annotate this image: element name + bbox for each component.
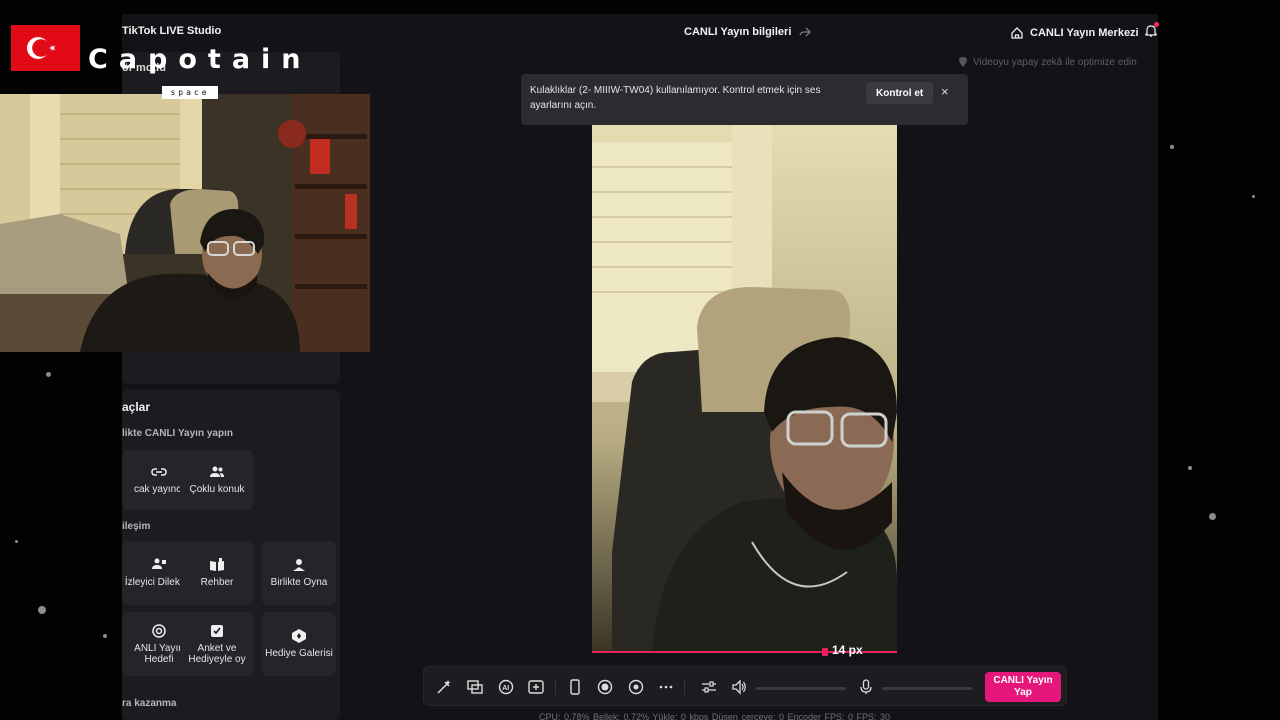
tools-panel-title: açlar — [122, 400, 151, 414]
tool-label: Anket ve Hediyeyle oy — [188, 642, 246, 666]
home-icon — [1011, 27, 1023, 39]
section-label: ileşim — [122, 521, 151, 532]
tool-play-together[interactable]: Birlikte Oyna — [262, 541, 336, 605]
star — [46, 372, 51, 377]
tool-label: Rehber — [200, 577, 234, 589]
section-label: ra kazanma — [122, 698, 177, 709]
go-live-button[interactable]: CANLI Yayın Yap — [985, 672, 1061, 702]
live-info-label: CANLI Yayın bilgileri — [684, 26, 792, 38]
add-source-icon[interactable] — [528, 679, 544, 695]
live-center-button[interactable]: CANLI Yayın Merkezi — [1010, 26, 1139, 40]
star — [15, 540, 18, 543]
star — [1252, 195, 1255, 198]
ai-effects-icon[interactable]: AI — [498, 679, 514, 695]
camera-feed-image — [592, 112, 897, 652]
tool-gift-gallery[interactable]: Hediye Galerisi — [262, 612, 336, 676]
magic-wand-icon[interactable] — [436, 679, 452, 695]
settings-sliders-icon[interactable] — [701, 679, 717, 695]
svg-text:AI: AI — [502, 685, 509, 692]
performance-stats: CPU: 0.78% Bellek: 0.72% Yükle: 0 kbps D… — [539, 712, 891, 720]
poll-icon — [211, 624, 223, 637]
brand-logo-text: Capotain — [88, 44, 312, 75]
speaker-icon[interactable] — [731, 679, 747, 695]
location-pin-icon — [959, 57, 967, 67]
brand-logo-subtext: space — [162, 86, 218, 99]
viewer-requests-icon — [152, 558, 166, 570]
phone-icon[interactable] — [567, 679, 583, 695]
preview-size-label: 14 px — [832, 643, 863, 657]
tool-label: Çoklu konuk — [189, 484, 245, 496]
microphone-icon[interactable] — [858, 679, 874, 695]
star — [1170, 145, 1174, 149]
star — [38, 606, 46, 614]
tool-poll[interactable]: Anket ve Hediyeyle oy — [180, 612, 254, 676]
target-icon — [152, 623, 166, 638]
tool-multi-guest[interactable]: Çoklu konuk — [180, 450, 254, 510]
microphone-volume-slider[interactable] — [882, 687, 972, 690]
guide-icon — [210, 558, 224, 572]
share-icon — [799, 27, 812, 37]
play-together-icon — [293, 559, 305, 572]
tool-guide[interactable]: Rehber — [180, 541, 254, 605]
gift-gallery-icon — [292, 629, 306, 644]
notification-badge — [1154, 22, 1159, 27]
stream-preview[interactable] — [592, 112, 897, 652]
tool-label: Birlikte Oyna — [270, 577, 328, 589]
turkey-flag-icon — [11, 25, 80, 71]
ai-optimize-hint[interactable]: Videoyu yapay zekâ ile optimize edin — [958, 56, 1137, 68]
layers-icon[interactable] — [467, 679, 483, 695]
live-info-button[interactable]: CANLI Yayın bilgileri — [684, 26, 812, 38]
section-label: likte CANLI Yayın yapın — [122, 428, 233, 439]
star — [103, 634, 107, 638]
ai-optimize-label: Videoyu yapay zekâ ile optimize edin — [973, 56, 1137, 68]
tool-label: cak yayıncı — [133, 484, 185, 496]
speaker-volume-slider[interactable] — [756, 687, 846, 690]
star — [1209, 513, 1216, 520]
more-icon[interactable] — [658, 679, 674, 695]
link-icon — [151, 468, 167, 476]
camera-effects-icon[interactable] — [628, 679, 644, 695]
notification-message: Kulaklıklar (2- MIIIW-TW04) kullanılamıy… — [530, 85, 821, 111]
close-icon[interactable]: × — [941, 84, 949, 99]
webcam-image — [0, 94, 370, 352]
webcam-overlay — [0, 94, 370, 352]
star — [1188, 466, 1192, 470]
tools-panel: açlar likte CANLI Yayın yapın cak yayınc… — [122, 390, 340, 720]
app-title: TikTok LIVE Studio — [122, 25, 222, 37]
preview-progress-knob[interactable] — [822, 648, 828, 656]
toolbar-separator — [555, 679, 556, 695]
bottom-toolbar: AI CANLI Yayın Yap — [423, 666, 1067, 706]
record-icon[interactable] — [597, 679, 613, 695]
tool-label: Hediye Galerisi — [265, 648, 333, 660]
headphones-notification: Kulaklıklar (2- MIIIW-TW04) kullanılamıy… — [521, 74, 968, 125]
check-button[interactable]: Kontrol et — [866, 82, 934, 104]
live-center-label: CANLI Yayın Merkezi — [1030, 27, 1139, 39]
toolbar-separator — [684, 679, 685, 695]
users-icon — [210, 466, 224, 478]
